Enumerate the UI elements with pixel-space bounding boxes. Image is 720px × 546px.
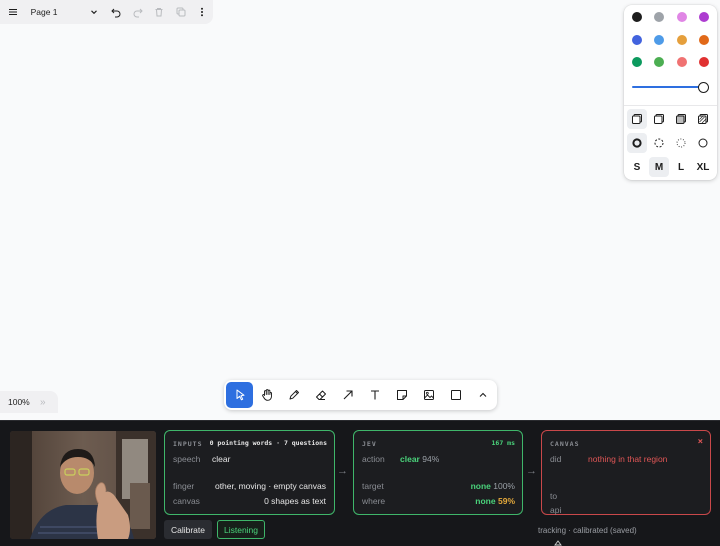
expand-caret-icon[interactable] [553, 538, 563, 546]
zoom-control: 100% » [0, 391, 58, 413]
jev-card: JEV 167 ms action clear 94% target none … [353, 430, 523, 515]
flow-arrow-icon: → [337, 465, 348, 477]
color-swatch[interactable] [676, 34, 687, 45]
color-swatch[interactable] [626, 6, 648, 28]
delete-icon[interactable] [148, 1, 170, 23]
dash-dotted-option[interactable] [671, 133, 691, 153]
page-name[interactable]: Page 1 [31, 7, 82, 17]
opacity-slider-thumb[interactable] [698, 82, 709, 93]
target-label: target [362, 481, 384, 491]
fill-none-option[interactable] [627, 109, 647, 129]
color-swatch[interactable] [698, 57, 709, 67]
jev-latency: 167 ms [491, 439, 515, 447]
style-panel: S M L XL [624, 5, 717, 180]
duplicate-icon[interactable] [170, 1, 192, 23]
target-confidence: 100% [493, 481, 515, 491]
where-confidence: 59% [497, 496, 515, 506]
color-swatch[interactable] [632, 57, 642, 67]
rectangle-tool-icon[interactable] [443, 382, 470, 408]
note-tool-icon[interactable] [389, 382, 416, 408]
jev-card-title: JEV [362, 440, 377, 448]
action-value: clear [400, 454, 420, 464]
size-option-l[interactable]: L [671, 157, 691, 177]
expand-minimap-icon[interactable]: » [40, 397, 46, 408]
color-swatch[interactable] [632, 34, 642, 45]
target-value-group: none 100% [471, 481, 515, 491]
draw-tool-icon[interactable] [280, 382, 307, 408]
opacity-slider-track[interactable] [632, 86, 705, 88]
redo-icon[interactable] [127, 1, 149, 23]
main-toolbar [224, 380, 497, 410]
color-swatch[interactable] [654, 57, 665, 67]
page-menu-bar: Page 1 [0, 0, 213, 24]
color-swatch[interactable] [654, 34, 665, 45]
fill-semi-option[interactable] [649, 109, 669, 129]
dash-dashed-option[interactable] [649, 133, 669, 153]
more-tools-chevron-up-icon[interactable] [470, 382, 497, 408]
hand-tool-icon[interactable] [253, 382, 280, 408]
zoom-level[interactable]: 100% [8, 397, 40, 407]
finger-value: other, moving · empty canvas [214, 481, 326, 491]
action-confidence: 94% [422, 454, 440, 464]
target-value: none [470, 481, 491, 491]
action-value-group: clear 94% [400, 454, 439, 464]
inputs-summary: 0 pointing words · 7 questions [209, 439, 327, 447]
fill-solid-option[interactable] [671, 109, 691, 129]
inputs-card: INPUTS 0 pointing words · 7 questions sp… [164, 430, 335, 515]
api-label: api [550, 505, 562, 515]
size-option-s[interactable]: S [627, 157, 647, 177]
inputs-card-title: INPUTS [173, 440, 203, 448]
main-menu-icon[interactable] [2, 1, 24, 23]
webcam-feed [10, 431, 156, 539]
color-swatch[interactable] [676, 12, 687, 22]
finger-label: finger [173, 481, 195, 491]
undo-icon[interactable] [105, 1, 127, 23]
canvas-card: CANVAS × did nothing in that region to a… [541, 430, 711, 515]
arrow-tool-icon[interactable] [334, 382, 361, 408]
select-tool-icon[interactable] [226, 382, 254, 408]
canvas-close-icon[interactable]: × [698, 437, 703, 447]
where-value: none [475, 496, 496, 506]
speech-value: clear [212, 454, 231, 464]
panel-divider [624, 105, 717, 106]
action-label: action [362, 454, 385, 464]
tracking-status: tracking · calibrated (saved) [538, 526, 637, 535]
text-tool-icon[interactable] [361, 382, 388, 408]
eraser-tool-icon[interactable] [307, 382, 334, 408]
color-swatch[interactable] [676, 57, 687, 67]
canvas-label: canvas [173, 496, 200, 506]
did-value: nothing in that region [588, 454, 668, 464]
flow-arrow-icon: → [526, 465, 537, 477]
canvas-card-title: CANVAS [550, 440, 580, 448]
color-swatch[interactable] [698, 34, 709, 45]
fill-pattern-option[interactable] [693, 109, 713, 129]
color-swatch[interactable] [654, 12, 665, 22]
to-label: to [550, 491, 558, 501]
gesture-dock: INPUTS 0 pointing words · 7 questions sp… [0, 420, 720, 546]
listening-button[interactable]: Listening [217, 520, 265, 539]
page-dropdown-chevron-icon[interactable] [84, 1, 106, 23]
dash-draw-option[interactable] [627, 133, 647, 153]
speech-label: speech [173, 454, 201, 464]
where-label: where [362, 496, 386, 506]
canvas-value: 0 shapes as text [264, 496, 326, 506]
image-tool-icon[interactable] [416, 382, 443, 408]
size-option-xl[interactable]: XL [693, 157, 713, 177]
did-label: did [550, 454, 562, 464]
where-value-group: none 59% [475, 496, 515, 506]
size-option-m[interactable]: M [649, 157, 669, 177]
calibrate-button[interactable]: Calibrate [164, 520, 212, 539]
dash-solid-option[interactable] [693, 133, 713, 153]
color-swatch[interactable] [698, 12, 709, 22]
more-options-icon[interactable] [191, 1, 213, 23]
